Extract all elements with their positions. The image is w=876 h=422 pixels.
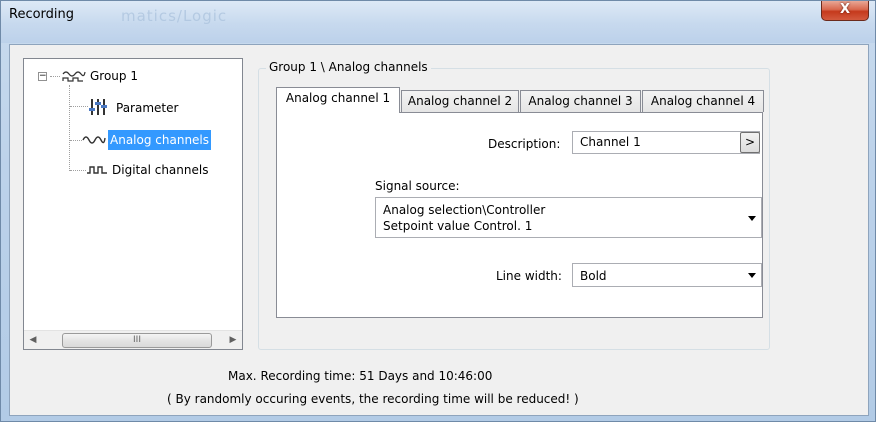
tree-item-label: Analog channels [108, 130, 212, 150]
parameter-icon [89, 99, 107, 115]
tree-item-digital-channels[interactable]: Digital channels [86, 160, 246, 180]
tree-item-analog-channels[interactable]: Analog channels [82, 130, 252, 150]
recording-note-text: ( By randomly occuring events, the recor… [167, 392, 579, 406]
tree-item-label: Parameter [116, 101, 179, 115]
wave-group-icon [62, 71, 86, 82]
close-button[interactable]: X [821, 1, 869, 21]
recording-time-text: Max. Recording time: 51 Days and 10:46:0… [228, 369, 493, 383]
scroll-right-arrow-icon[interactable]: ▶ [227, 334, 239, 347]
group-box-title: Group 1 \ Analog channels [266, 60, 431, 74]
chevron-down-icon [748, 273, 756, 278]
scroll-left-arrow-icon[interactable]: ◀ [27, 334, 39, 347]
tab-analog-channel-2[interactable]: Analog channel 2 [401, 90, 519, 112]
tree-connector [50, 76, 60, 77]
tree-horizontal-scrollbar[interactable]: ◀ III ▶ [24, 330, 242, 349]
tab-analog-channel-4[interactable]: Analog channel 4 [642, 90, 764, 112]
description-value: Channel 1 [580, 135, 641, 149]
group-tree[interactable]: − Group 1 Parameter Analog channels Digi… [23, 58, 243, 350]
title-ghost-text: matics/Logic [121, 7, 228, 25]
window-title: Recording [9, 7, 75, 22]
analog-wave-icon [82, 136, 106, 144]
tab-analog-channel-3[interactable]: Analog channel 3 [520, 90, 641, 112]
line-width-label: Line width: [496, 269, 562, 283]
signal-source-line-1: Analog selection\Controller [383, 203, 546, 217]
description-label: Description: [488, 137, 561, 151]
tree-item-label: Digital channels [112, 163, 209, 177]
tree-connector [70, 140, 82, 141]
tree-connector [70, 106, 88, 107]
scroll-thumb[interactable]: III [62, 333, 212, 348]
line-width-value: Bold [580, 269, 607, 283]
description-browse-button[interactable]: > [740, 132, 760, 153]
tree-connector [70, 170, 86, 171]
digital-wave-icon [87, 166, 107, 174]
tree-collapse-toggle[interactable]: − [38, 72, 47, 81]
tree-item-label: Group 1 [90, 69, 138, 83]
line-width-select[interactable]: Bold [572, 263, 762, 287]
chevron-down-icon [748, 216, 756, 221]
tree-item-parameter[interactable]: Parameter [88, 96, 228, 116]
tree-item-group-1[interactable]: Group 1 [62, 66, 212, 86]
signal-source-label: Signal source: [375, 179, 460, 193]
tab-analog-channel-1[interactable]: Analog channel 1 [276, 87, 400, 113]
description-field[interactable]: Channel 1 [572, 131, 760, 154]
close-icon: X [839, 2, 851, 17]
signal-source-line-2: Setpoint value Control. 1 [383, 219, 533, 233]
signal-source-combo[interactable]: Analog selection\Controller Setpoint val… [375, 197, 762, 238]
title-bar[interactable]: matics/Logic Recording X [1, 1, 875, 43]
tree-connector [69, 85, 70, 171]
